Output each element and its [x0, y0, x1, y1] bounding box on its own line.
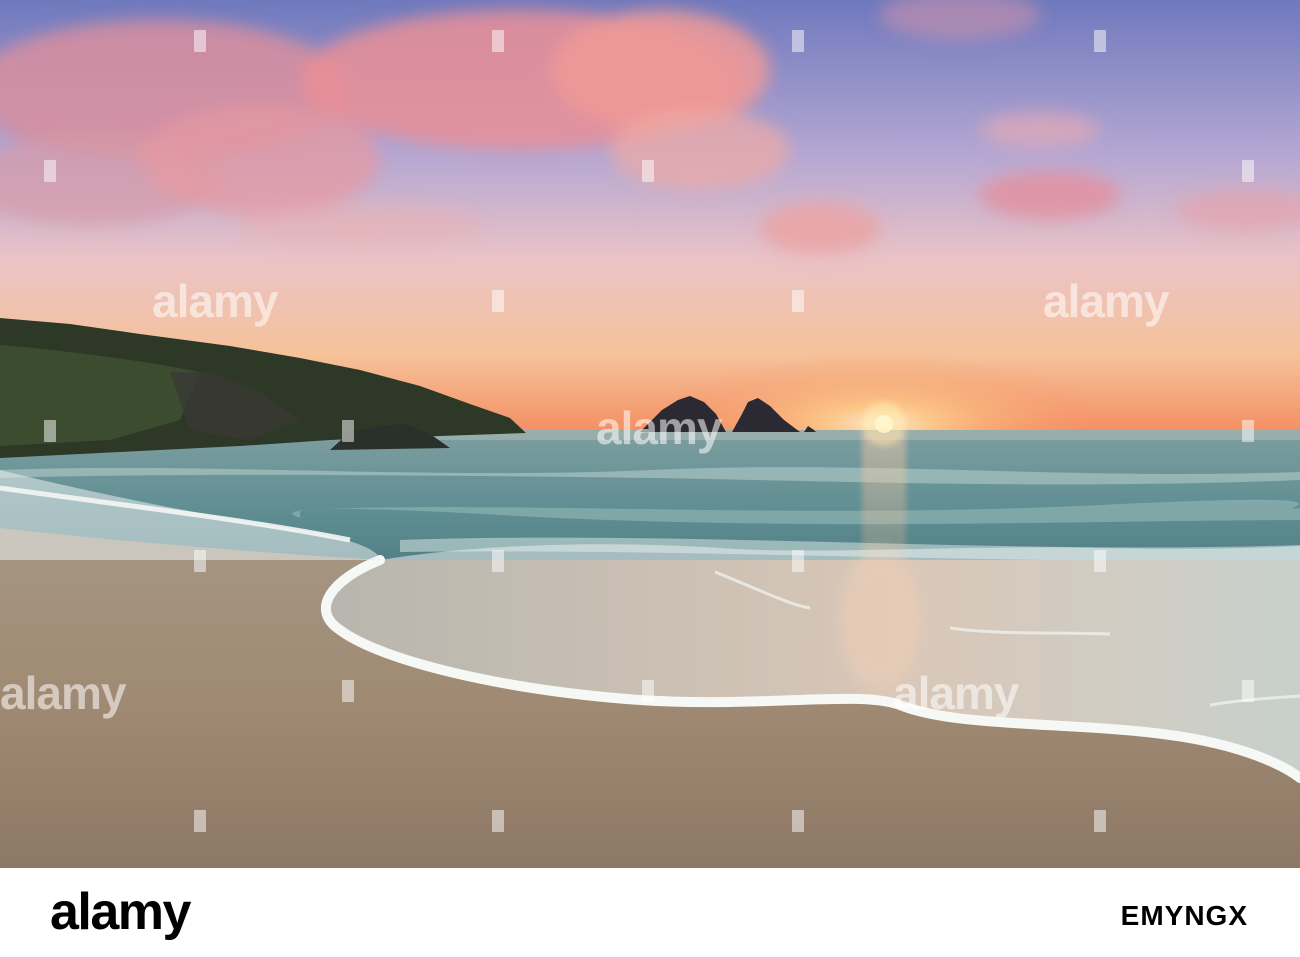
footer-logo: alamy — [50, 883, 191, 941]
footer-bar: alamy EMYNGX — [0, 868, 1300, 957]
beach-sunset-photo: alamy alamy alamy alamy alamy — [0, 0, 1300, 868]
image-id: EMYNGX — [1120, 900, 1248, 931]
